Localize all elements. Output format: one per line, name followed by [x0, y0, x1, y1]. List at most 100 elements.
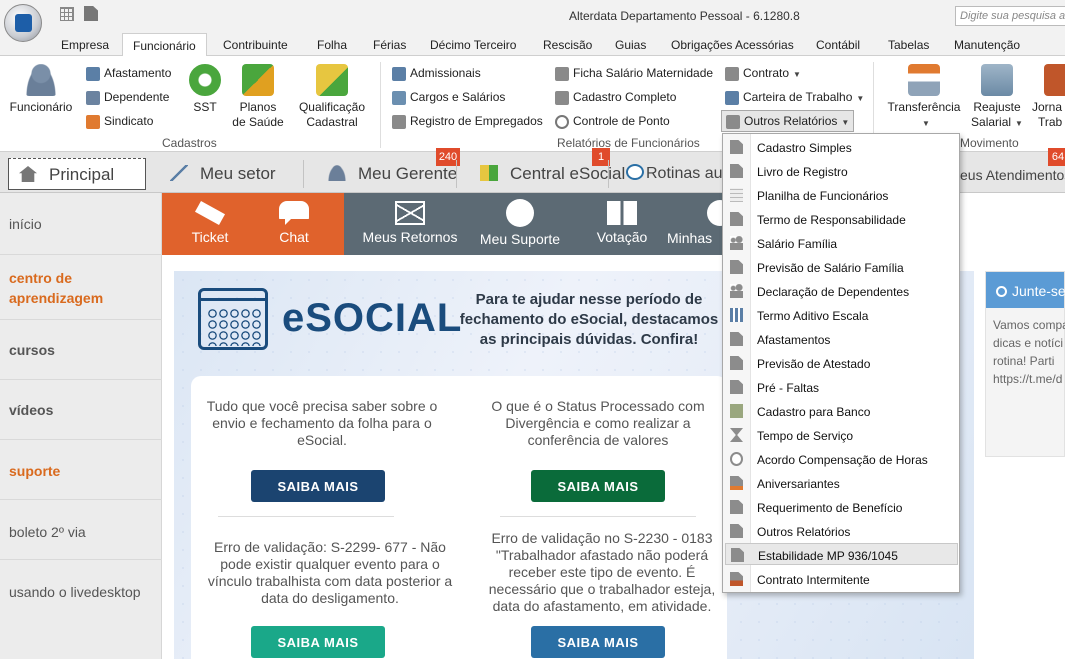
menu-item-label: Estabilidade MP 936/1045 — [758, 549, 898, 563]
transferencia-label: Transferência — [887, 100, 961, 114]
menu-item-termo-aditivo-escala[interactable]: Termo Aditivo Escala — [725, 304, 958, 326]
registro-empregados-button[interactable]: Registro de Empregados — [392, 114, 543, 129]
tab-ferias[interactable]: Férias — [373, 38, 406, 52]
saiba-mais-button[interactable]: SAIBA MAIS — [251, 470, 385, 502]
menu-item-cadastro-simples[interactable]: Cadastro Simples — [725, 136, 958, 158]
chat-button[interactable]: Chat — [262, 193, 326, 255]
carteira-label: Carteira de Trabalho — [743, 90, 853, 104]
ficha-maternidade-button[interactable]: Ficha Salário Maternidade — [555, 66, 713, 81]
funcionario-button[interactable]: Funcionário — [8, 64, 74, 115]
funcionario-label: Funcionário — [9, 100, 73, 114]
menu-item-livro-registro[interactable]: Livro de Registro — [725, 160, 958, 182]
menu-item-salario-familia[interactable]: Salário Família — [725, 232, 958, 254]
clock-icon — [626, 164, 644, 180]
sidebar-item-boleto[interactable]: boleto 2º via — [0, 500, 162, 560]
menu-item-label: Outros Relatórios — [757, 525, 851, 539]
menu-item-termo-responsabilidade[interactable]: Termo de Responsabilidade — [725, 208, 958, 230]
menu-item-declaracao-dependentes[interactable]: Declaração de Dependentes — [725, 280, 958, 302]
menu-item-contrato-intermitente[interactable]: Contrato Intermitente — [725, 568, 958, 590]
tab-rescisao[interactable]: Rescisão — [543, 38, 592, 52]
tab-contabil[interactable]: Contábil — [816, 38, 860, 52]
planos-saude-button[interactable]: Planos de Saúde — [228, 64, 288, 130]
cadastro-completo-button[interactable]: Cadastro Completo — [555, 90, 676, 105]
menu-item-tempo-servico[interactable]: Tempo de Serviço — [725, 424, 958, 446]
tab-decimo-terceiro[interactable]: Décimo Terceiro — [430, 38, 516, 52]
mail-icon — [395, 201, 425, 225]
transferencia-button[interactable]: Transferência ▼ — [886, 64, 962, 131]
app-menu-button[interactable] — [4, 4, 42, 42]
tab-obrigacoes[interactable]: Obrigações Acessórias — [671, 38, 794, 52]
minhas-button[interactable]: Minhas — [667, 193, 733, 255]
document-icon — [726, 114, 740, 129]
menu-item-cadastro-banco[interactable]: Cadastro para Banco — [725, 400, 958, 422]
dependente-button[interactable]: Dependente — [86, 90, 169, 105]
search-input[interactable]: Digite sua pesquisa aqui — [955, 6, 1065, 26]
tab-contribuinte[interactable]: Contribuinte — [223, 38, 288, 52]
admissionais-button[interactable]: Admissionais — [392, 66, 481, 81]
afastamento-button[interactable]: Afastamento — [86, 66, 171, 81]
schedule-icon — [730, 308, 743, 322]
sidebar-item-livedesktop[interactable]: usando o livedesktop — [0, 560, 162, 622]
sidebar-item-inicio[interactable]: início — [0, 193, 162, 255]
outros-relatorios-button[interactable]: Outros Relatórios ▼ — [721, 110, 855, 132]
saiba-mais-button[interactable]: SAIBA MAIS — [531, 626, 665, 658]
tab-folha[interactable]: Folha — [317, 38, 347, 52]
qualificacao-cadastral-button[interactable]: Qualificação Cadastral — [294, 64, 370, 130]
menu-item-previsao-atestado[interactable]: Previsão de Atestado — [725, 352, 958, 374]
calendar-icon — [198, 288, 268, 350]
menu-item-previsao-salario-familia[interactable]: Previsão de Salário Família — [725, 256, 958, 278]
menu-item-requerimento-beneficio[interactable]: Requerimento de Benefício — [725, 496, 958, 518]
sidebar-item-suporte[interactable]: suporte — [0, 440, 162, 500]
menu-item-outros-relatorios[interactable]: Outros Relatórios — [725, 520, 958, 542]
user-icon — [328, 165, 346, 181]
menu-item-estabilidade-mp[interactable]: Estabilidade MP 936/1045 — [725, 543, 958, 565]
saiba-mais-button[interactable]: SAIBA MAIS — [531, 470, 665, 502]
sst-label: SST — [193, 100, 217, 114]
community-text: Vamos compa dicas e notíci rotina! Parti… — [993, 316, 1065, 388]
community-header[interactable]: Junte-se — [986, 272, 1065, 308]
chevron-down-icon: ▼ — [841, 118, 850, 127]
reajuste-salarial-button[interactable]: Reajuste Salarial ▼ — [966, 64, 1028, 131]
controle-ponto-button[interactable]: Controle de Ponto — [555, 114, 670, 129]
sst-button[interactable]: SST — [184, 64, 226, 115]
saiba-mais-button[interactable]: SAIBA MAIS — [251, 626, 385, 658]
meu-suporte-label: Meu Suporte — [479, 231, 561, 247]
briefcase-icon — [1044, 64, 1065, 96]
meu-suporte-button[interactable]: Meu Suporte — [474, 193, 566, 255]
support-user-icon — [506, 199, 534, 227]
tab-tabelas[interactable]: Tabelas — [888, 38, 929, 52]
tab-meu-setor[interactable]: Meu setor — [170, 158, 276, 190]
ticket-button[interactable]: Ticket — [178, 193, 242, 255]
tab-guias[interactable]: Guias — [615, 38, 646, 52]
sindicato-button[interactable]: Sindicato — [86, 114, 153, 129]
tab-funcionario[interactable]: Funcionário — [122, 33, 207, 57]
sidebar-item-centro-aprendizagem[interactable]: centro de aprendizagem — [0, 255, 162, 320]
cargos-salarios-button[interactable]: Cargos e Salários — [392, 90, 505, 105]
esocial-icon — [480, 165, 498, 181]
tab-manutencao[interactable]: Manutenção — [954, 38, 1020, 52]
document-icon — [555, 90, 569, 105]
menu-item-label: Contrato Intermitente — [757, 573, 870, 587]
votacao-button[interactable]: Votação — [582, 193, 662, 255]
grid-icon[interactable] — [60, 7, 74, 21]
document-icon — [555, 66, 569, 81]
meus-retornos-button[interactable]: Meus Retornos — [360, 193, 460, 255]
clock-icon — [730, 452, 743, 466]
chart-icon — [170, 165, 188, 181]
community-link[interactable]: https://t.me/d — [993, 370, 1065, 388]
menu-item-aniversariantes[interactable]: Aniversariantes — [725, 472, 958, 494]
menu-item-label: Previsão de Atestado — [757, 357, 871, 371]
sidebar-item-cursos[interactable]: cursos — [0, 320, 162, 380]
menu-item-afastamentos[interactable]: Afastamentos — [725, 328, 958, 350]
sidebar-item-videos[interactable]: vídeos — [0, 380, 162, 440]
document-icon[interactable] — [84, 6, 98, 21]
carteira-trabalho-button[interactable]: Carteira de Trabalho ▼ — [725, 90, 864, 105]
tab-empresa[interactable]: Empresa — [61, 38, 109, 52]
menu-item-acordo-compensacao[interactable]: Acordo Compensação de Horas — [725, 448, 958, 470]
tab-principal[interactable]: Principal — [8, 158, 146, 190]
menu-item-planilha-funcionarios[interactable]: Planilha de Funcionários — [725, 184, 958, 206]
contract-icon — [725, 66, 739, 81]
menu-item-pre-faltas[interactable]: Pré - Faltas — [725, 376, 958, 398]
contrato-button[interactable]: Contrato ▼ — [725, 66, 801, 81]
jornada-button[interactable]: Jorna Trab — [1032, 64, 1065, 130]
